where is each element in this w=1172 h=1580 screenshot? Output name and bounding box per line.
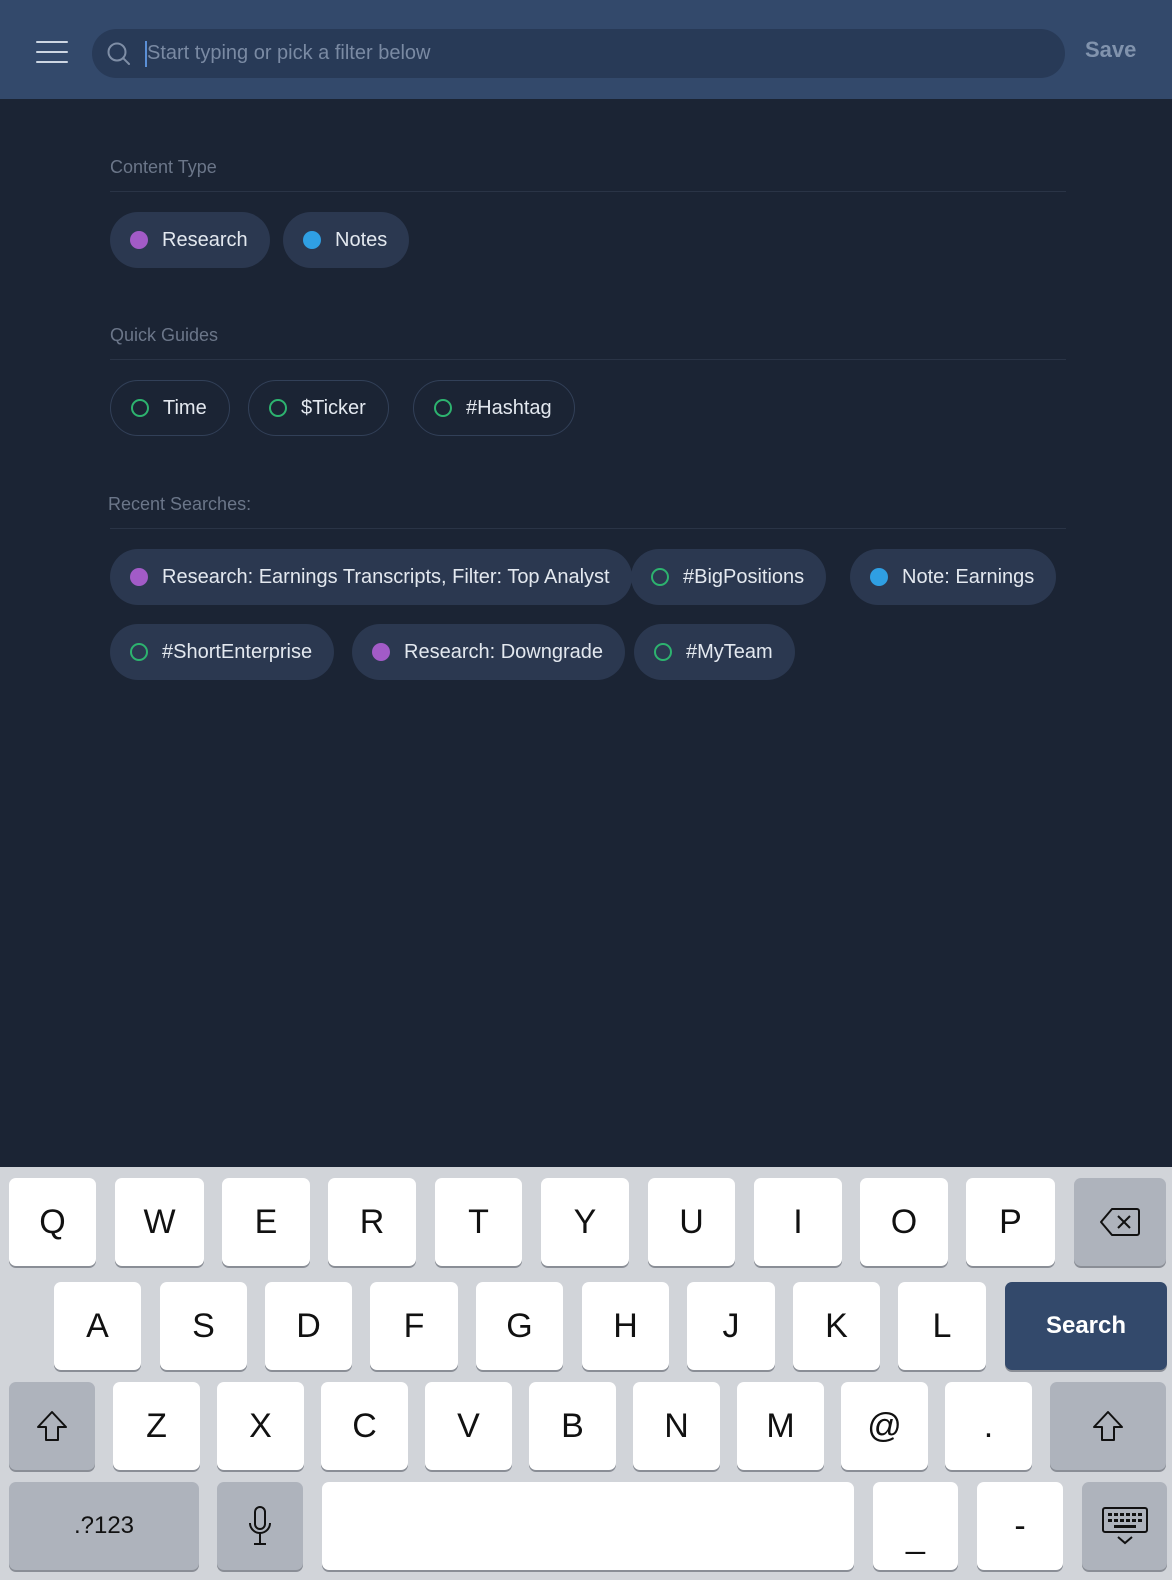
key-s[interactable]: S [160, 1282, 247, 1370]
key-p[interactable]: P [966, 1178, 1055, 1266]
space-key[interactable] [322, 1482, 854, 1570]
recent-search-chip[interactable]: #BigPositions [631, 549, 827, 605]
quick-guides-heading: Quick Guides [110, 325, 219, 345]
dictation-key[interactable] [217, 1482, 303, 1570]
chip-label: #Hashtag [466, 396, 552, 419]
key-m[interactable]: M [737, 1382, 824, 1470]
top-bar: Save [0, 0, 1172, 99]
chip-label: #ShortEnterprise [162, 640, 313, 663]
blue-dot-icon [303, 231, 321, 249]
purple-dot-icon [130, 568, 148, 586]
divider [110, 191, 1066, 192]
search-icon [107, 42, 130, 65]
blue-dot-icon [870, 568, 888, 586]
key-t[interactable]: T [435, 1178, 522, 1266]
keyboard-dismiss-icon [1101, 1507, 1148, 1545]
key-n[interactable]: N [633, 1382, 720, 1470]
green-ring-icon [434, 399, 452, 417]
recent-search-chip[interactable]: Note: Earnings [850, 549, 1057, 605]
key-i[interactable]: I [754, 1178, 842, 1266]
search-input[interactable] [147, 29, 1037, 78]
microphone-icon [249, 1506, 271, 1545]
shift-icon [1093, 1411, 1123, 1441]
recent-search-chip[interactable]: #MyTeam [634, 624, 795, 680]
key-w[interactable]: W [115, 1178, 204, 1266]
backspace-icon [1100, 1208, 1140, 1236]
key-c[interactable]: C [321, 1382, 408, 1470]
divider [110, 528, 1066, 529]
chip-label: Research: Downgrade [404, 640, 603, 663]
chip-notes[interactable]: Notes [283, 212, 410, 268]
chip-label: #MyTeam [686, 640, 773, 663]
search-bar[interactable] [92, 29, 1065, 78]
chip-time[interactable]: Time [110, 380, 230, 436]
key-d[interactable]: D [265, 1282, 352, 1370]
divider [110, 359, 1066, 360]
underscore-key[interactable]: _ [873, 1482, 958, 1570]
content-type-heading: Content Type [110, 157, 217, 177]
recent-search-chip[interactable]: Research: Downgrade [352, 624, 625, 680]
chip-label: Time [163, 396, 207, 419]
green-ring-icon [131, 399, 149, 417]
key-v[interactable]: V [425, 1382, 512, 1470]
chip-research[interactable]: Research [110, 212, 270, 268]
green-ring-icon [654, 643, 672, 661]
recent-searches-heading: Recent Searches: [108, 494, 252, 514]
key-x[interactable]: X [217, 1382, 304, 1470]
key-o[interactable]: O [860, 1178, 948, 1266]
key-e[interactable]: E [222, 1178, 310, 1266]
key-z[interactable]: Z [113, 1382, 200, 1470]
dismiss-keyboard-key[interactable] [1082, 1482, 1167, 1570]
chip-label: $Ticker [301, 396, 366, 419]
purple-dot-icon [372, 643, 390, 661]
key-u[interactable]: U [648, 1178, 735, 1266]
numbers-key[interactable]: .?123 [9, 1482, 199, 1570]
dash-key[interactable]: - [977, 1482, 1063, 1570]
chip-hashtag[interactable]: #Hashtag [413, 380, 575, 436]
shift-icon [37, 1411, 67, 1441]
key-y[interactable]: Y [541, 1178, 629, 1266]
green-ring-icon [130, 643, 148, 661]
chip-label: Research: Earnings Transcripts, Filter: … [162, 565, 610, 588]
key-b[interactable]: B [529, 1382, 616, 1470]
key-h[interactable]: H [582, 1282, 669, 1370]
key-k[interactable]: K [793, 1282, 880, 1370]
key-j[interactable]: J [687, 1282, 775, 1370]
green-ring-icon [269, 399, 287, 417]
search-key[interactable]: Search [1005, 1282, 1167, 1370]
hamburger-menu-icon[interactable] [36, 40, 68, 64]
key-l[interactable]: L [898, 1282, 986, 1370]
purple-dot-icon [130, 231, 148, 249]
key-a[interactable]: A [54, 1282, 141, 1370]
chip-ticker[interactable]: $Ticker [248, 380, 389, 436]
recent-search-chip[interactable]: #ShortEnterprise [110, 624, 335, 680]
key-f[interactable]: F [370, 1282, 458, 1370]
recent-search-chip[interactable]: Research: Earnings Transcripts, Filter: … [110, 549, 632, 605]
key-g[interactable]: G [476, 1282, 563, 1370]
chip-label: #BigPositions [683, 565, 805, 588]
key-r[interactable]: R [328, 1178, 416, 1266]
backspace-key[interactable] [1074, 1178, 1166, 1266]
chip-label: Note: Earnings [902, 565, 1035, 588]
green-ring-icon [651, 568, 669, 586]
shift-key-right[interactable] [1050, 1382, 1166, 1470]
shift-key-left[interactable] [9, 1382, 95, 1470]
chip-label: Notes [335, 228, 388, 251]
key-q[interactable]: Q [9, 1178, 96, 1266]
chip-label: Research [162, 228, 248, 251]
key-period[interactable]: . [945, 1382, 1032, 1470]
on-screen-keyboard: Q W E R T Y U I O P A S D F G H J K L Se… [0, 1167, 1172, 1580]
key-at[interactable]: @ [841, 1382, 928, 1470]
save-button[interactable]: Save [1085, 37, 1136, 63]
